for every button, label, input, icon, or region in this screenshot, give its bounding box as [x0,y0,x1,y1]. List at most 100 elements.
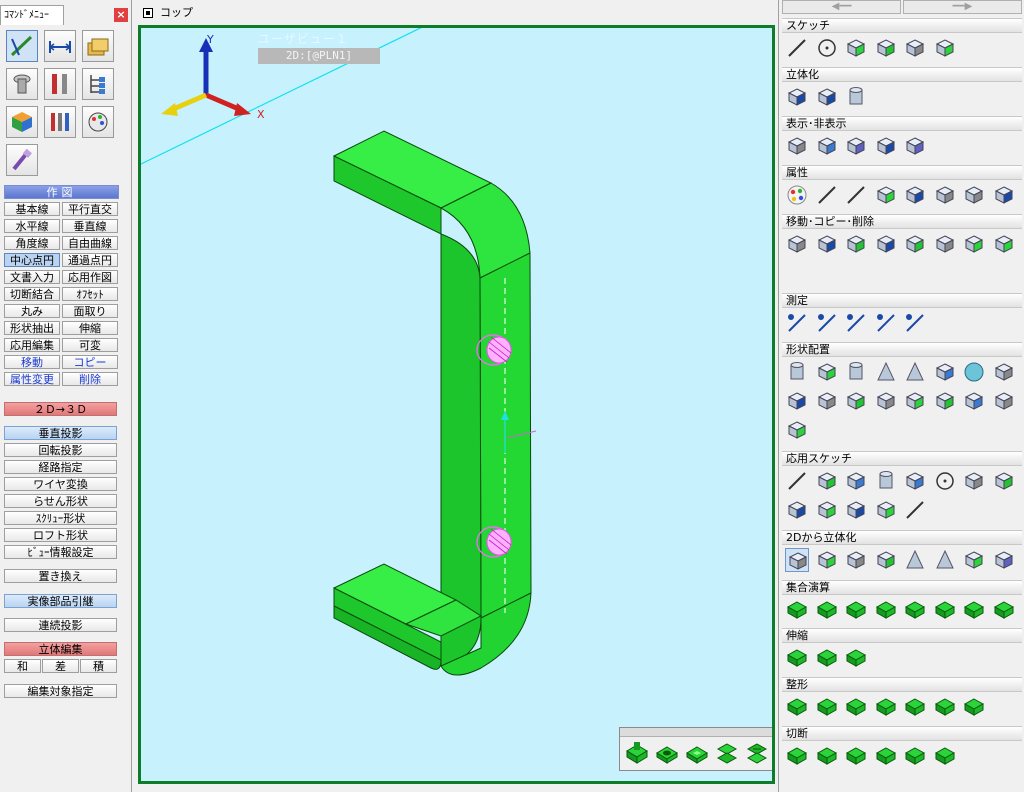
bool-push-icon[interactable] [962,598,986,622]
cmd-edit-target[interactable]: 編集対象指定 [4,684,117,698]
revolve-2d-icon[interactable] [815,548,839,572]
stretch-icon[interactable] [785,646,809,670]
pyramid-icon[interactable] [903,548,927,572]
gear-plate-2-icon[interactable] [933,389,957,413]
cmd-vertical-projection[interactable]: 垂直投影 [4,426,117,440]
tangent-icon[interactable] [815,469,839,493]
cmd-text-input[interactable]: 文書入力 [4,270,60,284]
cut-2-icon[interactable] [815,744,839,768]
tree-icon[interactable] [82,68,114,100]
cmd-screw-shape[interactable]: ｽｸﾘｭｰ形状 [4,511,117,525]
section-header-6[interactable]: 形状配置 [782,342,1022,357]
cmd-chamfer[interactable]: 面取り [62,304,118,318]
dim-hide-icon[interactable] [903,134,927,158]
draw-section-header[interactable]: 作図 [4,185,119,199]
gear-plate-icon[interactable] [903,389,927,413]
section-header-10[interactable]: 伸縮 [782,628,1022,643]
cmd-variable[interactable]: 可変 [62,338,118,352]
cmd-path-specify[interactable]: 経路指定 [4,460,117,474]
measure-point-icon[interactable] [785,311,809,335]
cmd-revolve-projection[interactable]: 回転投影 [4,443,117,457]
dimension-icon[interactable] [44,30,76,62]
cmd-angle-line[interactable]: 角度線 [4,236,60,250]
command-menu-tab[interactable]: ｺﾏﾝﾄﾞﾒﾆｭｰ [0,5,64,25]
gear-icon[interactable] [785,389,809,413]
measure-distance-icon[interactable] [844,311,868,335]
measure-angle-icon[interactable] [874,311,898,335]
loft-cone-icon[interactable] [933,548,957,572]
extrude-2d-icon[interactable] [785,548,809,572]
shape-5-icon[interactable] [903,695,927,719]
solid-attr-icon[interactable] [962,183,986,207]
fillet-sketch-icon[interactable] [815,498,839,522]
gear-search-icon[interactable] [785,418,809,442]
bool-intersect-icon[interactable] [844,598,868,622]
cmd-applied-draw[interactable]: 応用作図 [62,270,118,284]
cmd-stretch[interactable]: 伸縮 [62,321,118,335]
paint-roller-icon[interactable] [6,144,38,176]
group-hide-icon[interactable] [874,134,898,158]
stack-alt-icon[interactable] [744,741,770,767]
cylinder-extrude-icon[interactable] [844,85,868,109]
arc-icon[interactable] [844,36,868,60]
polygon-icon[interactable] [992,469,1016,493]
gear-plate-3-icon[interactable] [962,389,986,413]
linetype-icon[interactable] [815,183,839,207]
cut-4-icon[interactable] [874,744,898,768]
section-header-7[interactable]: 応用スケッチ [782,451,1022,466]
multi-icon[interactable] [874,498,898,522]
layer-icon[interactable] [933,183,957,207]
prev-page-arrow-icon[interactable]: ◀━━ [782,0,901,14]
extrude-both-icon[interactable] [815,85,839,109]
folder-stack-icon[interactable] [82,30,114,62]
cmd-intersection[interactable]: 積 [80,659,117,673]
section-header-2[interactable]: 表示･非表示 [782,116,1022,131]
snap-icon[interactable] [785,498,809,522]
palette-tool-icon[interactable] [82,106,114,138]
bool-union-icon[interactable] [785,598,809,622]
union-icon[interactable] [624,741,650,767]
gear-plate-4-icon[interactable] [992,389,1016,413]
cmd-horizontal-line[interactable]: 水平線 [4,219,60,233]
dim-show-icon[interactable] [815,134,839,158]
cmd-loft-shape[interactable]: ロフト形状 [4,528,117,542]
cmd-pass-circle[interactable]: 通過点円 [62,253,118,267]
cmd-offset[interactable]: ｵﾌｾｯﾄ [62,287,118,301]
cmd-wire-convert[interactable]: ワイヤ変換 [4,477,117,491]
bracket-model[interactable] [332,130,532,676]
quick-toolbar[interactable] [619,727,772,771]
slash-icon[interactable] [903,498,927,522]
cmd-parallel-ortho[interactable]: 平行直交 [62,202,118,216]
bool-push-alt-icon[interactable] [992,598,1016,622]
cmd-basic-line[interactable]: 基本線 [4,202,60,216]
cmd-applied-edit[interactable]: 応用編集 [4,338,60,352]
cmd-real-parts[interactable]: 実像部品引継 [4,594,117,608]
section-header-5[interactable]: 測定 [782,293,1022,308]
mirror-icon[interactable] [844,232,868,256]
stretch-face-icon[interactable] [815,646,839,670]
section-header-12[interactable]: 切断 [782,726,1022,741]
cmd-shape-extract[interactable]: 形状抽出 [4,321,60,335]
hatch-icon[interactable] [903,469,927,493]
line-offset-icon[interactable] [785,469,809,493]
cmd-view-info[interactable]: ﾋﾞｭｰ情報設定 [4,545,117,559]
bool-stack-alt-icon[interactable] [903,598,927,622]
slab-icon[interactable] [815,360,839,384]
rotate-icon[interactable] [815,232,839,256]
cone-icon[interactable] [874,360,898,384]
eraser-icon[interactable] [933,36,957,60]
pipe-icon[interactable] [874,389,898,413]
cmd-union[interactable]: 和 [4,659,41,673]
3d-viewport[interactable]: Y X ユーザビュー１ 2D:[@PLN1] [138,25,775,784]
cut-1-icon[interactable] [785,744,809,768]
nut-icon[interactable] [844,389,868,413]
wire-box-icon[interactable] [874,183,898,207]
scale-copy-icon[interactable] [992,232,1016,256]
shape-3-icon[interactable] [844,695,868,719]
cmd-copy[interactable]: コピー [62,355,118,369]
surface-attr-icon[interactable] [992,183,1016,207]
cmd-center-circle[interactable]: 中心点円 [4,253,60,267]
point-icon[interactable] [933,469,957,493]
measure-volume-icon[interactable] [903,311,927,335]
shape-1-icon[interactable] [785,695,809,719]
